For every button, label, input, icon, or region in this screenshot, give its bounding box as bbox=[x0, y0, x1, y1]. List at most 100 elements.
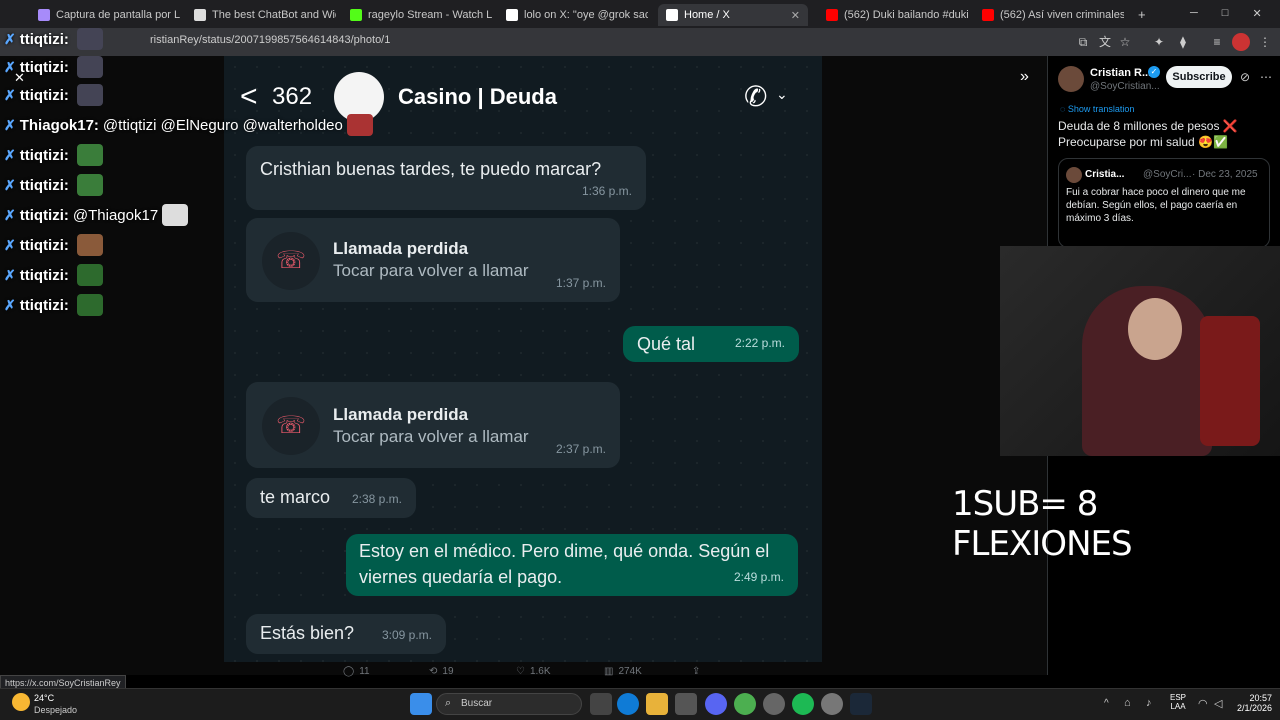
chrome-icon[interactable] bbox=[734, 693, 756, 715]
browser-tab[interactable]: (562) Así viven criminales en la✕ bbox=[974, 4, 1124, 26]
windows-taskbar bbox=[0, 688, 1280, 720]
grok-icon[interactable]: ⊘ bbox=[1240, 70, 1250, 84]
webcam-feed bbox=[1000, 246, 1280, 456]
bookmark-star-icon[interactable]: ☆ bbox=[1116, 33, 1134, 51]
repost-button[interactable]: ⟲ 19 bbox=[429, 666, 454, 677]
profile-avatar[interactable] bbox=[1232, 33, 1250, 51]
share-button[interactable]: ⇪ bbox=[692, 666, 700, 677]
heart-icon: ♡ bbox=[516, 666, 525, 677]
chat-emote bbox=[76, 84, 103, 106]
call-title: Llamada perdida bbox=[333, 405, 469, 424]
more-icon[interactable]: ⋯ bbox=[1260, 70, 1272, 84]
task-view-icon[interactable] bbox=[590, 693, 612, 715]
clock-time: 20:57 bbox=[1249, 693, 1272, 703]
chat-username: ttiqtizi: bbox=[19, 176, 69, 194]
chevron-down-icon[interactable]: ⌄ bbox=[776, 86, 788, 103]
browser-tab[interactable]: rageylo Stream - Watch Liv✕ bbox=[342, 4, 492, 26]
chat-emote bbox=[76, 294, 103, 316]
browser-tab[interactable]: Home / X ✕ bbox=[658, 4, 808, 26]
url-field[interactable]: ristianRey/status/2007199857564614843/ph… bbox=[150, 34, 390, 46]
message-bubble-in: Cristhian buenas tardes, te puedo marcar… bbox=[246, 146, 646, 210]
clock[interactable]: 20:57 2/1/2026 bbox=[1232, 693, 1272, 713]
chat-badge-icon: ✗ bbox=[4, 266, 16, 283]
extension-icon[interactable]: ✦ bbox=[1150, 33, 1168, 51]
edge-icon[interactable] bbox=[617, 693, 639, 715]
browser-tab[interactable]: The best ChatBot and Widgets✕ bbox=[186, 4, 336, 26]
message-time: 2:22 p.m. bbox=[734, 336, 785, 350]
message-time: 1:36 p.m. bbox=[581, 184, 632, 198]
language-indicator[interactable]: ESP LAA bbox=[1170, 693, 1186, 711]
missed-call-bubble[interactable]: ☏ Llamada perdida Tocar para volver a ll… bbox=[246, 218, 620, 302]
views-button[interactable]: ▥ 274K bbox=[604, 666, 642, 677]
message-bubble-in: te marco 2:38 p.m. bbox=[246, 478, 416, 518]
call-subtitle: Tocar para volver a llamar bbox=[333, 261, 529, 280]
file-explorer-icon[interactable] bbox=[646, 693, 668, 715]
app-icon[interactable] bbox=[763, 693, 785, 715]
chat-emote bbox=[76, 264, 103, 286]
store-icon[interactable] bbox=[675, 693, 697, 715]
minimize-icon[interactable]: ─ bbox=[1190, 7, 1198, 20]
browser-tab[interactable]: Captura de pantalla por Lightsh✕ bbox=[30, 4, 180, 26]
puzzle-icon[interactable]: ⧫ bbox=[1174, 33, 1192, 51]
browser-tab[interactable]: (562) Duki bailando #duki #arg✕ bbox=[818, 4, 968, 26]
chat-badge-icon: ✗ bbox=[4, 296, 16, 313]
author-name[interactable]: Cristian R... bbox=[1090, 67, 1151, 79]
wifi-icon[interactable]: ◠ bbox=[1198, 697, 1208, 710]
discord-icon[interactable] bbox=[705, 693, 727, 715]
tweet-text: Deuda de 8 millones de pesos ❌ Preocupar… bbox=[1058, 119, 1238, 149]
clock-date: 2/1/2026 bbox=[1236, 703, 1272, 713]
like-button[interactable]: ♡ 1.6K bbox=[516, 666, 551, 677]
chat-message: ✗ ttiqtizi: bbox=[4, 264, 103, 286]
tab-close-icon[interactable]: ✕ bbox=[791, 9, 800, 22]
search-placeholder: Buscar bbox=[461, 698, 493, 709]
subscribe-button[interactable]: Subscribe bbox=[1166, 66, 1232, 88]
chat-username: ttiqtizi: bbox=[19, 58, 69, 76]
share-icon: ⇪ bbox=[692, 666, 701, 677]
chat-badge-icon: ✗ bbox=[4, 30, 16, 47]
tray-chevron-icon[interactable]: ^ bbox=[1104, 698, 1109, 709]
settings-gear-icon[interactable] bbox=[821, 693, 843, 715]
maximize-icon[interactable]: □ bbox=[1222, 7, 1229, 20]
message-bubble-in: Estás bien? 3:09 p.m. bbox=[246, 614, 446, 654]
phone-call-icon[interactable]: ✆ bbox=[744, 80, 767, 113]
translate-icon[interactable]: 文 bbox=[1096, 33, 1114, 51]
repost-icon: ⟲ bbox=[429, 666, 438, 677]
quote-author-name: Cristia... bbox=[1085, 169, 1125, 180]
reply-button[interactable]: ◯ 11 bbox=[343, 666, 370, 677]
view-count: 274K bbox=[618, 666, 642, 677]
network-icon[interactable]: ⌂ bbox=[1124, 697, 1131, 709]
taskbar-search[interactable]: ⌕ Buscar bbox=[436, 693, 582, 715]
weather-temp[interactable]: 24°C bbox=[34, 693, 54, 703]
reply-icon: ◯ bbox=[343, 666, 355, 677]
chat-message: ✗ ttiqtizi: @Thiagok17 bbox=[4, 204, 189, 226]
start-menu-icon[interactable] bbox=[410, 693, 432, 715]
translate-globe-icon: ◌ bbox=[1060, 104, 1068, 114]
call-title: Llamada perdida bbox=[333, 239, 469, 258]
steam-icon[interactable] bbox=[850, 693, 872, 715]
chat-username: ttiqtizi: bbox=[19, 86, 69, 104]
expand-panel-icon[interactable]: » bbox=[1020, 68, 1029, 86]
lang-code: ESP bbox=[1170, 693, 1187, 702]
browser-tab[interactable]: lolo on X: "oye @grok sacame✕ bbox=[498, 4, 648, 26]
message-text: Cristhian buenas tardes, te puedo marcar… bbox=[260, 159, 602, 179]
chat-badge-icon: ✗ bbox=[4, 176, 16, 193]
weather-icon bbox=[12, 693, 30, 711]
chat-badge-icon: ✗ bbox=[4, 86, 16, 103]
spotify-icon[interactable] bbox=[792, 693, 814, 715]
close-window-icon[interactable]: ✕ bbox=[1252, 7, 1261, 20]
volume-icon[interactable]: ◁ bbox=[1214, 697, 1222, 710]
mic-icon[interactable]: ♪ bbox=[1146, 697, 1152, 709]
cast-icon[interactable]: ⧉ bbox=[1074, 33, 1092, 51]
chat-message: ✗ ttiqtizi: bbox=[4, 28, 103, 50]
menu-list-icon[interactable]: ≡ bbox=[1208, 33, 1226, 51]
missed-call-bubble[interactable]: ☏ Llamada perdida Tocar para volver a ll… bbox=[246, 382, 620, 468]
back-arrow-icon[interactable]: < bbox=[240, 80, 258, 114]
author-handle: @SoyCristian... bbox=[1090, 81, 1160, 92]
missed-call-icon: ☏ bbox=[262, 232, 320, 290]
show-translation-link[interactable]: ◌ Show translation bbox=[1060, 104, 1134, 114]
author-avatar[interactable] bbox=[1058, 66, 1084, 92]
kebab-menu-icon[interactable]: ⋮ bbox=[1256, 33, 1274, 51]
new-tab-button[interactable]: + bbox=[1138, 7, 1146, 22]
message-text: Estoy en el médico. Pero dime, qué onda.… bbox=[359, 541, 770, 587]
tab-title: Captura de pantalla por Lightsh bbox=[56, 9, 180, 21]
